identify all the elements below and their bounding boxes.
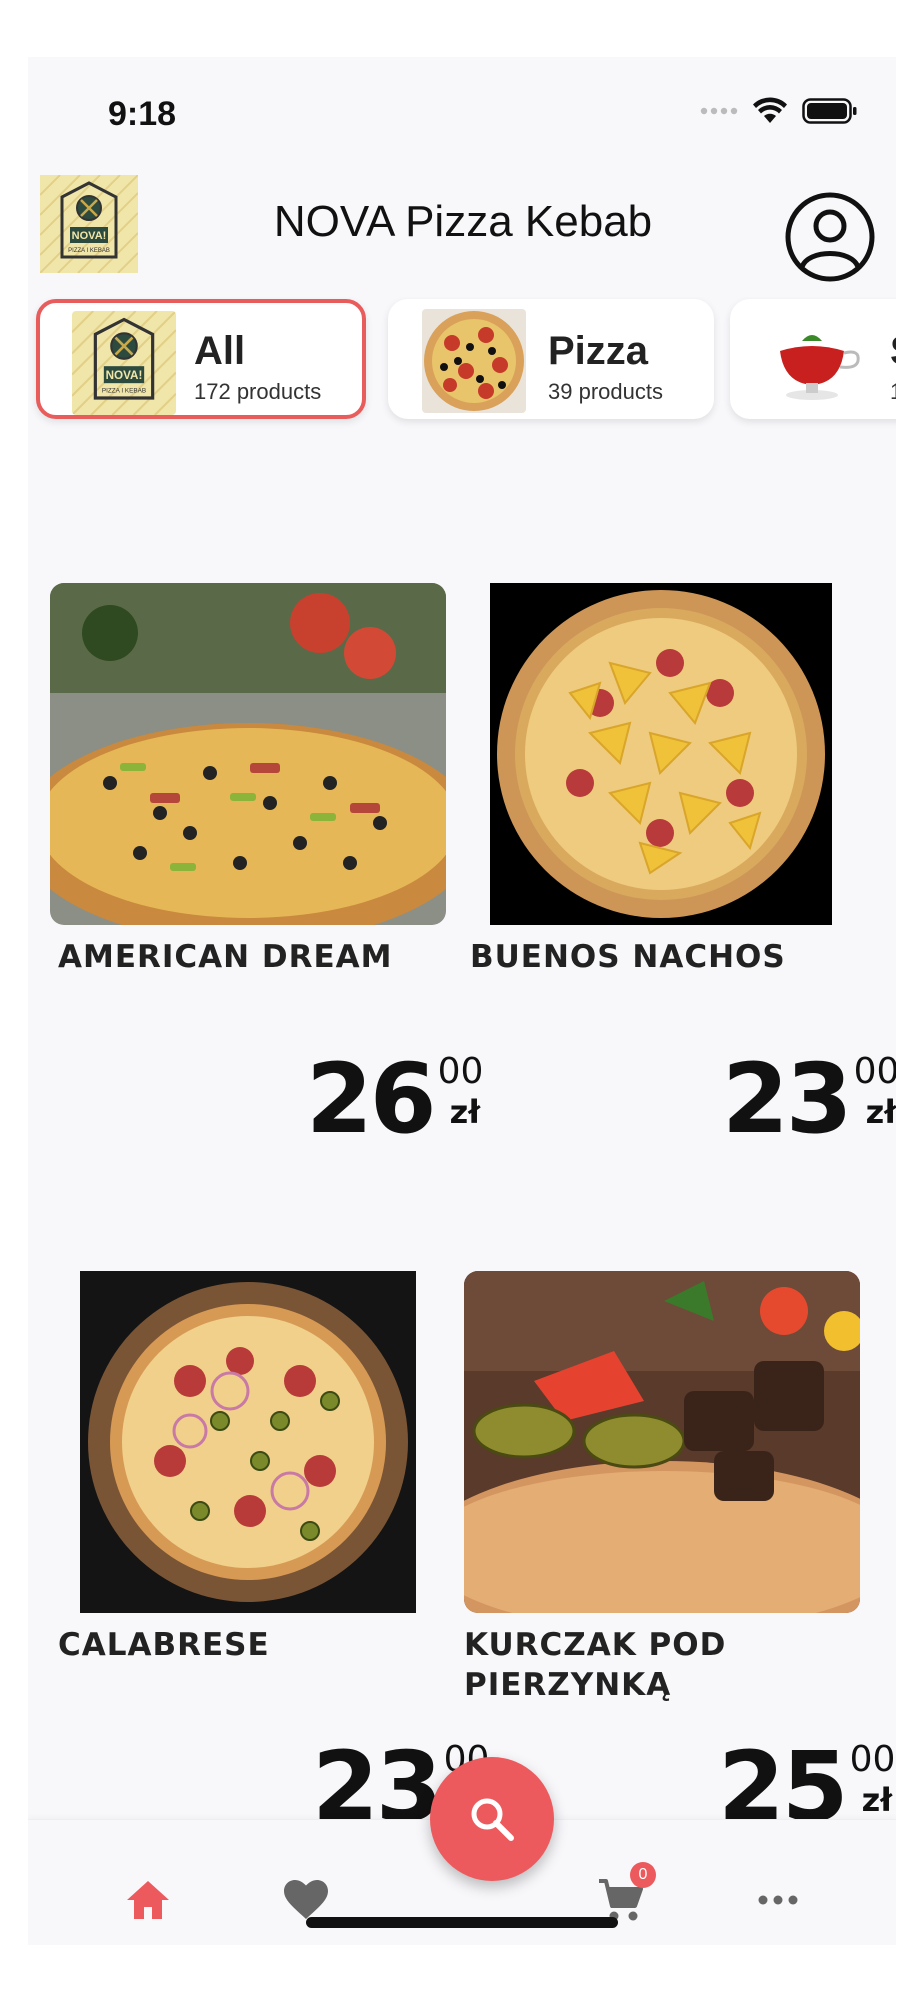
svg-text:PIZZA I KEBAB: PIZZA I KEBAB [102,388,146,395]
category-label: S [890,329,896,374]
price-decimals: 00 [853,1051,896,1092]
category-pizza[interactable]: Pizza 39 products [388,299,714,419]
svg-text:PIZZA I KEBAB: PIZZA I KEBAB [68,248,110,254]
product-image[interactable] [490,583,832,925]
user-icon [785,192,875,282]
price-integer: 25 [718,1731,849,1827]
product-name: AMERICAN DREAM [58,939,393,975]
status-icons [700,97,858,125]
home-indicator [306,1917,618,1928]
category-pizza-image [422,309,526,413]
wifi-icon [753,97,787,123]
category-all-image: NOVA! PIZZA I KEBAB [72,311,176,415]
price-currency: zł [449,1093,481,1131]
product-grid: AMERICAN DREAM 26 00 zł BUENOS NACHOS 23… [28,437,896,1827]
product-price: 23 00 zł [722,1043,896,1155]
svg-text:NOVA!: NOVA! [72,230,107,242]
search-icon [471,1798,514,1841]
app-title: NOVA Pizza Kebab [273,197,653,246]
category-count: 1 [890,379,896,405]
product-name: BUENOS NACHOS [470,939,786,975]
heart-icon [284,1880,328,1919]
category-label: All [194,329,246,373]
restaurant-logo: NOVA! PIZZA I KEBAB [39,174,139,274]
product-price: 25 00 zł [718,1731,895,1827]
product-image[interactable] [50,583,446,925]
product-price: 23 00 zł [312,1731,489,1827]
price-decimals: 00 [437,1051,484,1092]
signal-icon [700,107,738,115]
category-count: 39 products [548,379,663,404]
nav-home[interactable] [118,1870,178,1930]
category-sauces[interactable]: S 1 [730,299,896,419]
home-icon [127,1881,169,1919]
category-sauces-image [760,311,864,407]
price-integer: 23 [312,1731,443,1827]
category-list: NOVA! PIZZA I KEBAB All 172 products Piz… [28,297,896,429]
category-all[interactable]: NOVA! PIZZA I KEBAB All 172 products [36,299,366,419]
price-decimals: 00 [849,1739,896,1780]
battery-icon [802,98,857,124]
profile-button[interactable] [784,191,876,283]
category-label: Pizza [548,329,649,373]
product-name: CALABRESE [58,1627,270,1663]
product-image[interactable] [464,1271,860,1613]
status-time: 9:18 [108,95,177,133]
price-currency: zł [865,1093,896,1131]
product-name: KURCZAK POD PIERZYNKĄ [464,1627,727,1703]
product-price: 26 00 zł [306,1043,483,1155]
price-currency: zł [861,1781,893,1819]
cart-count-badge: 0 [630,1862,656,1888]
more-icon [758,1895,798,1905]
product-image[interactable] [80,1271,416,1613]
app-screen: 9:18 NOVA! PIZZA I KEBAB NOVA Pizza Keba… [28,57,896,1945]
svg-text:NOVA!: NOVA! [106,369,143,382]
price-integer: 26 [306,1043,437,1155]
category-count: 172 products [194,379,322,404]
price-integer: 23 [722,1043,853,1155]
search-button[interactable] [430,1757,554,1881]
nav-more[interactable] [748,1870,808,1930]
